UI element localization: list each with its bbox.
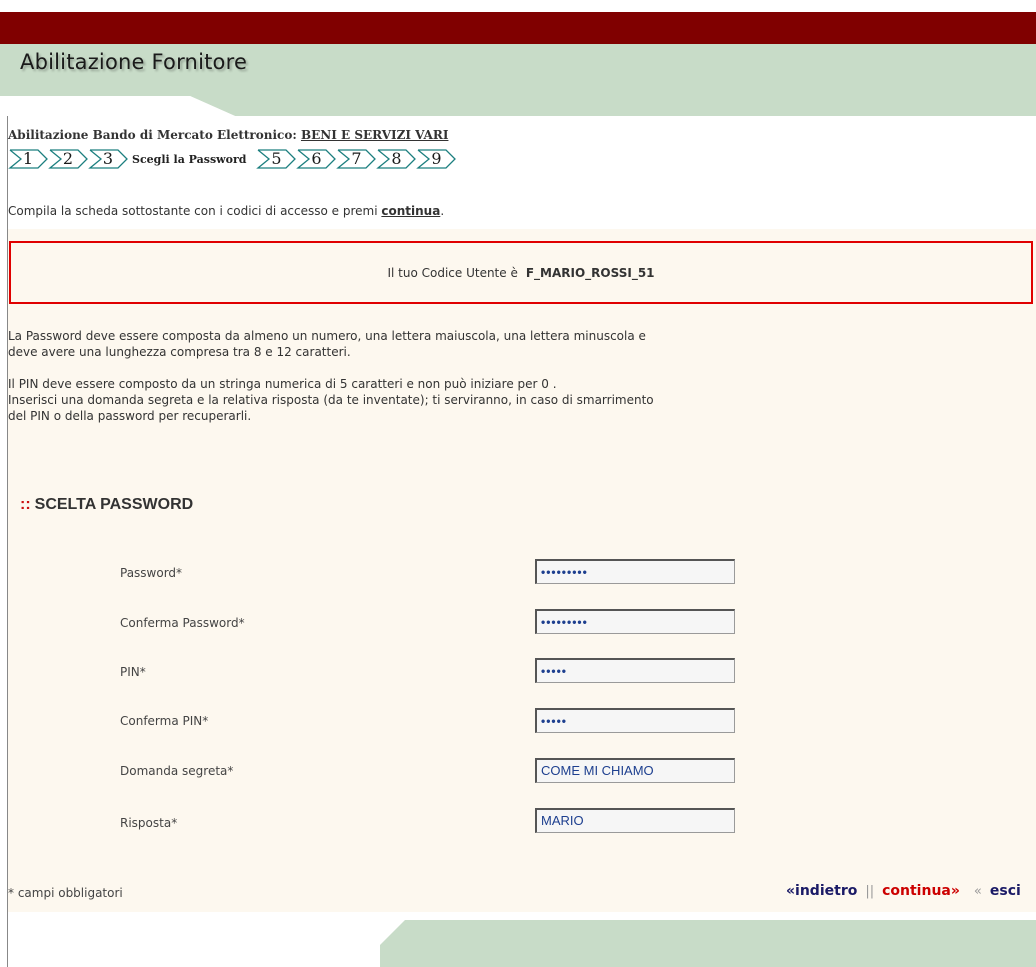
confirm-password-value: ••••••••• [541, 615, 588, 629]
pin-input[interactable]: ••••• [535, 658, 735, 683]
section-title-text: SCELTA PASSWORD [34, 496, 194, 513]
password-label: Password* [120, 566, 183, 580]
step-9-number: 9 [431, 149, 442, 168]
page-title: Abilitazione Fornitore [20, 50, 248, 74]
answer-input[interactable]: MARIO [535, 808, 735, 833]
password-value: ••••••••• [541, 565, 588, 579]
pin-rule: Il PIN deve essere composto da un string… [8, 377, 557, 391]
pin-value: ••••• [541, 664, 568, 678]
user-code-box: Il tuo Codice Utente è F_MARIO_ROSSI_51 [9, 241, 1033, 304]
confirm-pin-label: Conferma PIN* [120, 714, 209, 728]
exit-link[interactable]: esci [990, 883, 1021, 899]
continua-link[interactable]: continua [381, 204, 440, 218]
secret-rule-1: Inserisci una domanda segreta e la relat… [8, 393, 654, 407]
secret-question-input[interactable]: COME MI CHIAMO [535, 758, 735, 783]
instructions: Compila la scheda sottostante con i codi… [8, 204, 444, 218]
bando-name: BENI E SERVIZI VARI [300, 128, 449, 142]
back-link[interactable]: «indietro [786, 883, 857, 899]
confirm-password-input[interactable]: ••••••••• [535, 609, 735, 634]
step-3[interactable]: 3 [88, 149, 134, 169]
user-code-value: F_MARIO_ROSSI_51 [525, 265, 655, 280]
secret-question-label: Domanda segreta* [120, 764, 234, 778]
answer-label: Risposta* [120, 816, 178, 830]
confirm-pin-value: ••••• [541, 714, 568, 728]
password-rule-2: deve avere una lunghezza compresa tra 8 … [8, 345, 351, 359]
bando-prefix: Abilitazione Bando di Mercato Elettronic… [8, 128, 297, 142]
user-code-label: Il tuo Codice Utente è [387, 265, 518, 280]
step-current: Scegli la Password [132, 152, 247, 166]
section-title: :: SCELTA PASSWORD [20, 496, 193, 514]
confirm-pin-input[interactable]: ••••• [535, 708, 735, 733]
instructions-text: Compila la scheda sottostante con i codi… [8, 204, 378, 218]
nav-separator-2: « [973, 884, 982, 899]
wizard-steps: 1 2 3 Scegli la Password 5 6 7 8 9 [8, 148, 457, 170]
secret-rule-2: del PIN o della password per recuperarli… [8, 409, 252, 423]
top-bar [0, 12, 1036, 44]
bando-title: Abilitazione Bando di Mercato Elettronic… [8, 128, 448, 142]
pin-label: PIN* [120, 665, 146, 679]
step-9[interactable]: 9 [416, 149, 462, 169]
step-1-number: 1 [22, 149, 34, 168]
step-8-number: 8 [391, 149, 402, 168]
next-link[interactable]: continua» [882, 883, 960, 899]
nav-separator: || [865, 884, 875, 899]
confirm-password-label: Conferma Password* [120, 616, 245, 630]
step-6-number: 6 [311, 149, 322, 168]
step-5-number: 5 [271, 149, 282, 168]
required-fields-note: * campi obbligatori [8, 886, 123, 900]
password-rule-1: La Password deve essere composta da alme… [8, 329, 646, 343]
step-3-number: 3 [102, 149, 114, 168]
footer-band [380, 920, 1036, 967]
instructions-end: . [440, 204, 445, 218]
navigation-links: «indietro || continua» « esci [786, 883, 1021, 899]
section-colons: :: [20, 496, 31, 513]
step-2-number: 2 [62, 149, 74, 168]
password-input[interactable]: ••••••••• [535, 559, 735, 584]
step-7-number: 7 [351, 149, 362, 168]
